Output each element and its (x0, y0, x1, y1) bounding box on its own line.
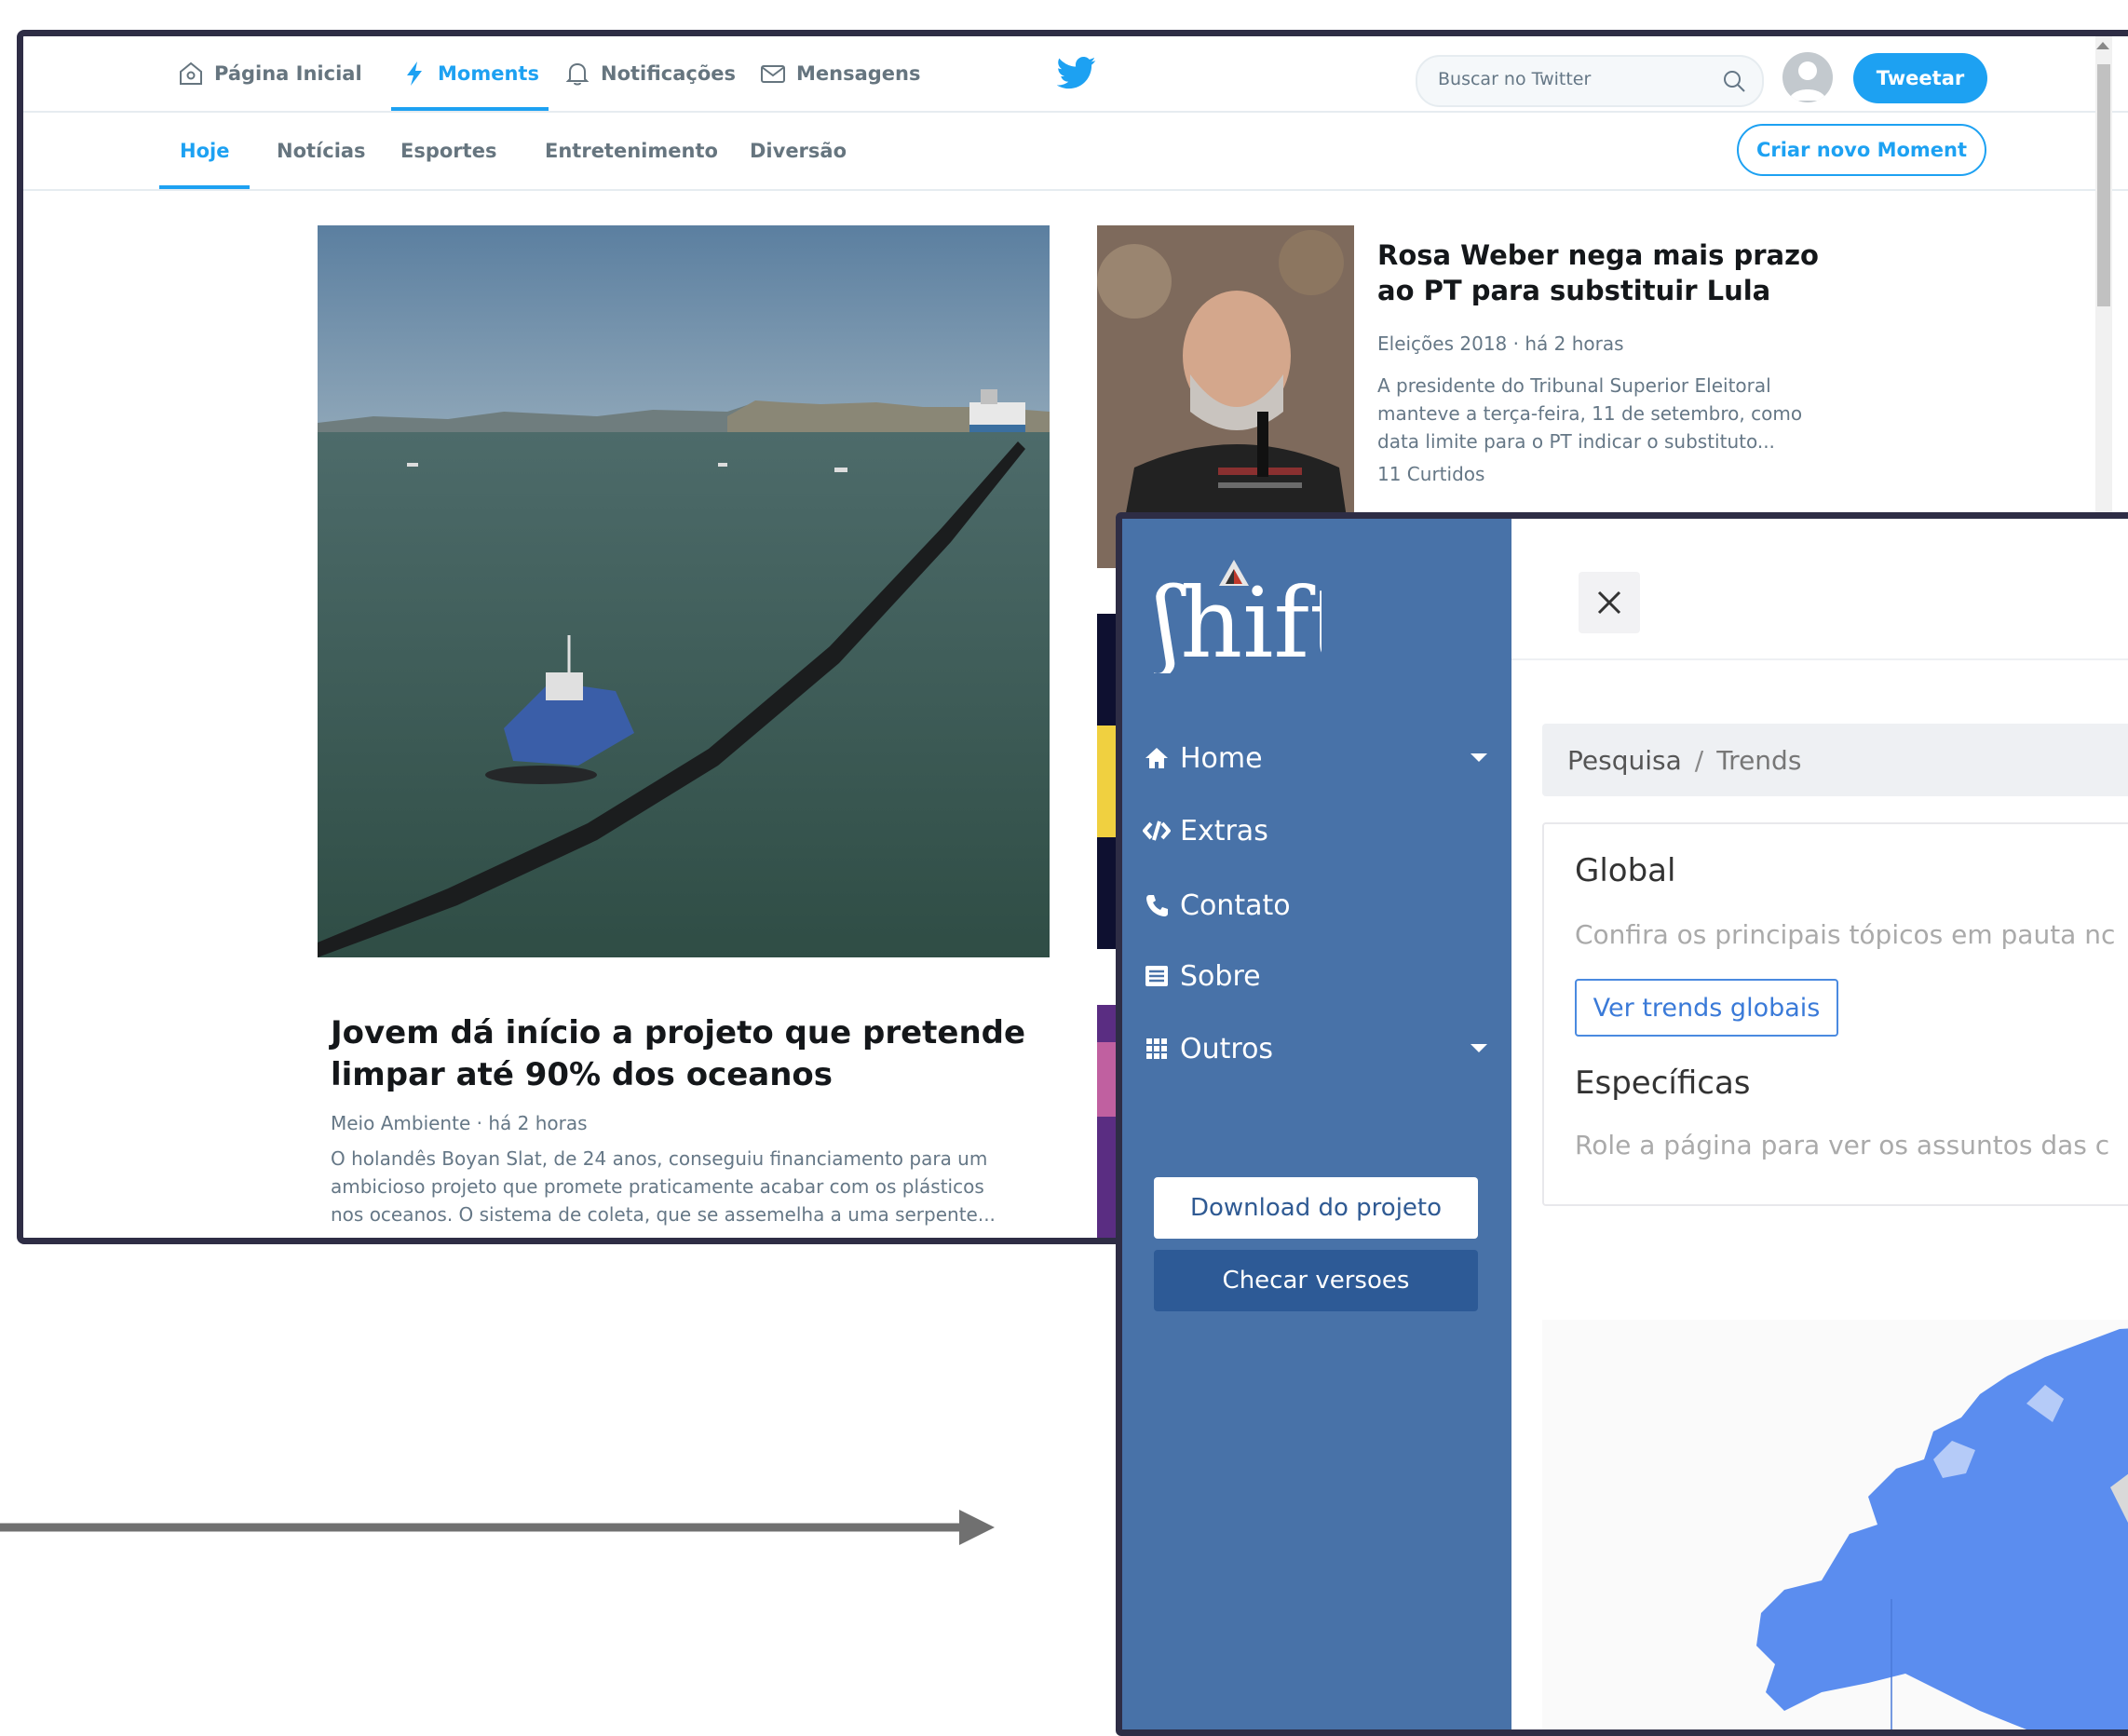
breadcrumb: Pesquisa / Trends (1542, 724, 2128, 796)
twitter-top-nav: Página Inicial Moments Notificações Mens… (23, 36, 2128, 113)
nav-notifications-label: Notificações (601, 62, 737, 85)
grid-icon (1143, 1035, 1171, 1063)
twitter-bird-icon[interactable] (1057, 53, 1096, 92)
side-story-likes: 11 Curtidos (1377, 463, 1485, 485)
arrow-right-icon (0, 1510, 995, 1545)
shift-sidebar: ʃhift Home Extras Contato (1122, 519, 1511, 1729)
tab-noticias[interactable]: Notícias (277, 113, 366, 189)
menu-item-extras-label: Extras (1180, 814, 1268, 848)
create-moment-button[interactable]: Criar novo Moment (1737, 124, 1986, 176)
world-map-shapes (1756, 1328, 2128, 1729)
world-map[interactable] (1542, 1320, 2128, 1729)
side-story-meta: Eleições 2018 · há 2 horas (1377, 332, 1624, 355)
breadcrumb-current: Trends (1716, 744, 1802, 776)
main-story-image[interactable] (318, 225, 1050, 957)
nav-moments[interactable]: Moments (391, 36, 549, 111)
menu-item-home-label: Home (1180, 741, 1263, 775)
envelope-icon (761, 65, 785, 83)
global-description: Confira os principais tópicos em pauta n… (1575, 919, 2116, 950)
tab-diversao[interactable]: Diversão (750, 113, 847, 189)
view-global-trends-button[interactable]: Ver trends globais (1575, 979, 1838, 1037)
shift-main-content: Pesquisa / Trends Global Confira os prin… (1511, 519, 2128, 1729)
menu-item-home[interactable]: Home (1143, 735, 1487, 781)
menu-item-contato-label: Contato (1180, 888, 1291, 922)
side-story-description: A presidente do Tribunal Superior Eleito… (1377, 374, 1803, 453)
search-box[interactable] (1416, 55, 1764, 107)
nav-messages-label: Mensagens (796, 62, 921, 85)
caret-down-icon (1471, 1044, 1487, 1052)
search-icon[interactable] (1721, 68, 1747, 94)
bell-icon (565, 62, 590, 86)
nav-messages[interactable]: Mensagens (759, 36, 921, 111)
shift-logo-mark: ʃhift (1145, 560, 1349, 680)
specific-description: Role a página para ver os assuntos das c (1575, 1130, 2110, 1160)
home-icon (1143, 744, 1171, 772)
nav-moments-label: Moments (438, 62, 539, 85)
shift-topbar (1511, 519, 2128, 660)
menu-item-outros[interactable]: Outros (1143, 1025, 1487, 1072)
avatar[interactable] (1782, 52, 1833, 102)
menu-item-outros-label: Outros (1180, 1032, 1274, 1065)
ocean-pipe-photo (318, 225, 1050, 957)
main-story-meta: Meio Ambiente · há 2 horas (331, 1112, 588, 1134)
tab-esportes[interactable]: Esportes (400, 113, 496, 189)
phone-icon (1143, 891, 1171, 919)
trends-card: Global Confira os principais tópicos em … (1542, 822, 2128, 1206)
user-silhouette-icon (1789, 61, 1826, 101)
download-project-button[interactable]: Download do projeto (1154, 1177, 1478, 1239)
close-icon (1597, 590, 1621, 615)
search-input[interactable] (1436, 68, 1701, 90)
check-versions-button[interactable]: Checar versoes (1154, 1250, 1478, 1311)
home-icon (180, 61, 202, 85)
shift-logo[interactable]: ʃhift (1145, 552, 1349, 680)
specific-heading: Específicas (1575, 1065, 1751, 1102)
scroll-up-arrow-icon[interactable] (2096, 42, 2109, 49)
lightning-icon (407, 61, 422, 86)
main-story-title[interactable]: Jovem dá início a projeto que pretende l… (331, 1012, 1038, 1096)
nav-notifications[interactable]: Notificações (563, 36, 736, 111)
tab-hoje[interactable]: Hoje (158, 113, 251, 189)
nav-home-label: Página Inicial (214, 62, 362, 85)
list-icon (1143, 962, 1171, 990)
side-story-title[interactable]: Rosa Weber nega mais prazo ao PT para su… (1377, 237, 1843, 308)
moments-tabs: Hoje Notícias Esportes Entretenimento Di… (23, 113, 2128, 191)
main-story-description: O holandês Boyan Slat, de 24 anos, conse… (331, 1147, 996, 1226)
global-heading: Global (1575, 852, 1676, 889)
tweet-button[interactable]: Tweetar (1853, 53, 1987, 103)
menu-item-contato[interactable]: Contato (1143, 882, 1487, 929)
scrollbar-thumb[interactable] (2097, 64, 2110, 306)
breadcrumb-separator: / (1694, 744, 1704, 776)
menu-item-sobre[interactable]: Sobre (1143, 953, 1487, 999)
nav-home[interactable]: Página Inicial (177, 36, 362, 111)
breadcrumb-root[interactable]: Pesquisa (1567, 745, 1682, 776)
code-icon (1143, 817, 1171, 845)
shift-app-window: ʃhift Home Extras Contato (1116, 512, 2128, 1736)
menu-item-extras[interactable]: Extras (1143, 807, 1487, 854)
caret-down-icon (1471, 753, 1487, 762)
tab-entretenimento[interactable]: Entretenimento (545, 113, 718, 189)
menu-item-sobre-label: Sobre (1180, 959, 1261, 993)
close-button[interactable] (1579, 572, 1640, 633)
